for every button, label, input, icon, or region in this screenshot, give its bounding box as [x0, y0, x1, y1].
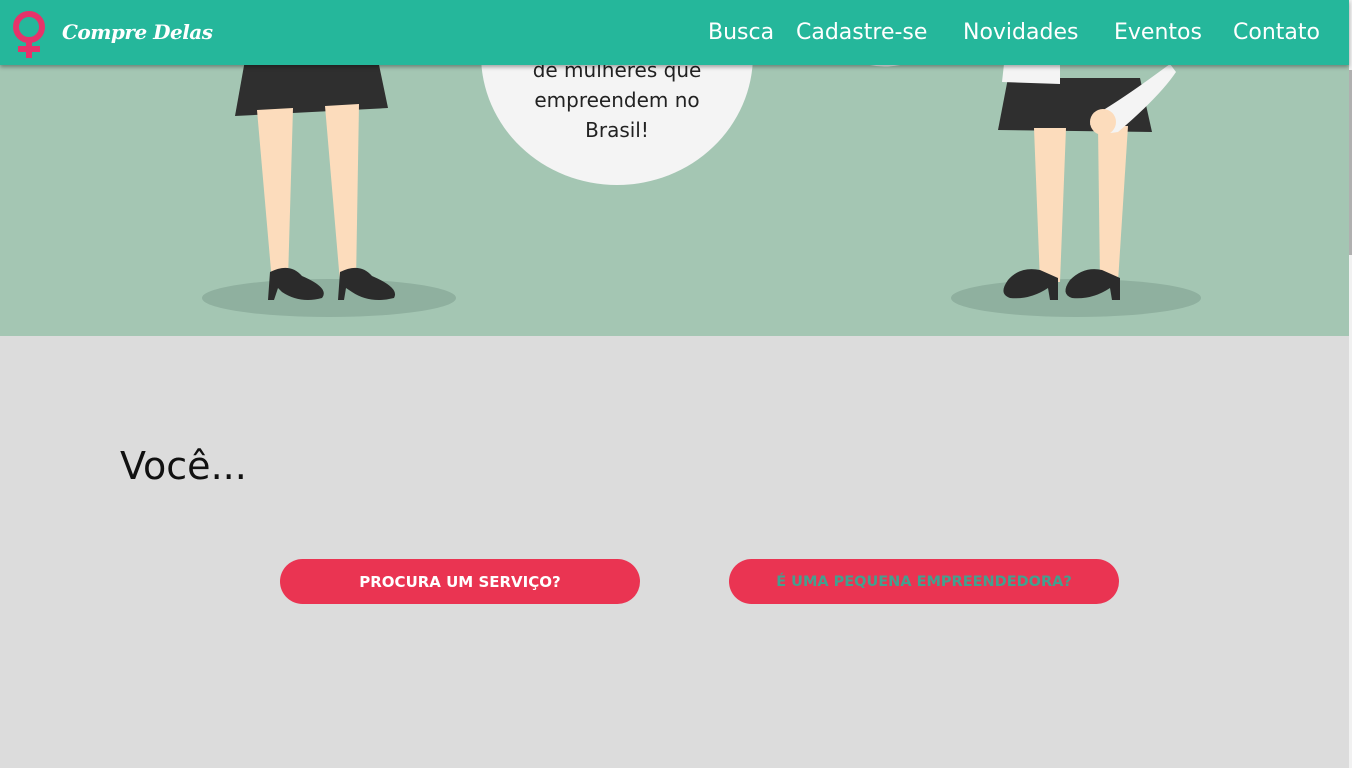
- nav-link-cadastre-se[interactable]: Cadastre-se: [796, 20, 927, 45]
- section-heading: Você...: [120, 444, 247, 488]
- right-woman-leg-right: [1098, 126, 1128, 282]
- left-woman-leg-right: [325, 104, 359, 282]
- brand-name[interactable]: Compre Delas: [62, 20, 213, 44]
- bubble-line: empreendem no: [534, 88, 700, 112]
- top-navbar: Compre Delas Busca Cadastre-se Novidades…: [0, 0, 1349, 65]
- entrepreneur-button[interactable]: É UMA PEQUENA EMPREENDEDORA?: [729, 559, 1119, 604]
- female-symbol-icon[interactable]: [8, 10, 50, 60]
- speech-bubble-text: de mulheres que empreendem no Brasil!: [483, 55, 751, 145]
- left-woman-shadow: [202, 279, 456, 317]
- right-woman-hand: [1090, 109, 1116, 135]
- bubble-line: Brasil!: [585, 118, 649, 142]
- left-woman-skirt: [235, 60, 388, 116]
- nav-link-busca[interactable]: Busca: [708, 20, 774, 45]
- right-woman-leg-left: [1034, 128, 1066, 282]
- find-service-button[interactable]: PROCURA UM SERVIÇO?: [280, 559, 640, 604]
- nav-link-eventos[interactable]: Eventos: [1114, 20, 1202, 45]
- right-woman-shirt: [1002, 64, 1060, 84]
- left-woman-leg-left: [257, 108, 293, 282]
- nav-link-novidades[interactable]: Novidades: [963, 20, 1078, 45]
- nav-link-contato[interactable]: Contato: [1233, 20, 1320, 45]
